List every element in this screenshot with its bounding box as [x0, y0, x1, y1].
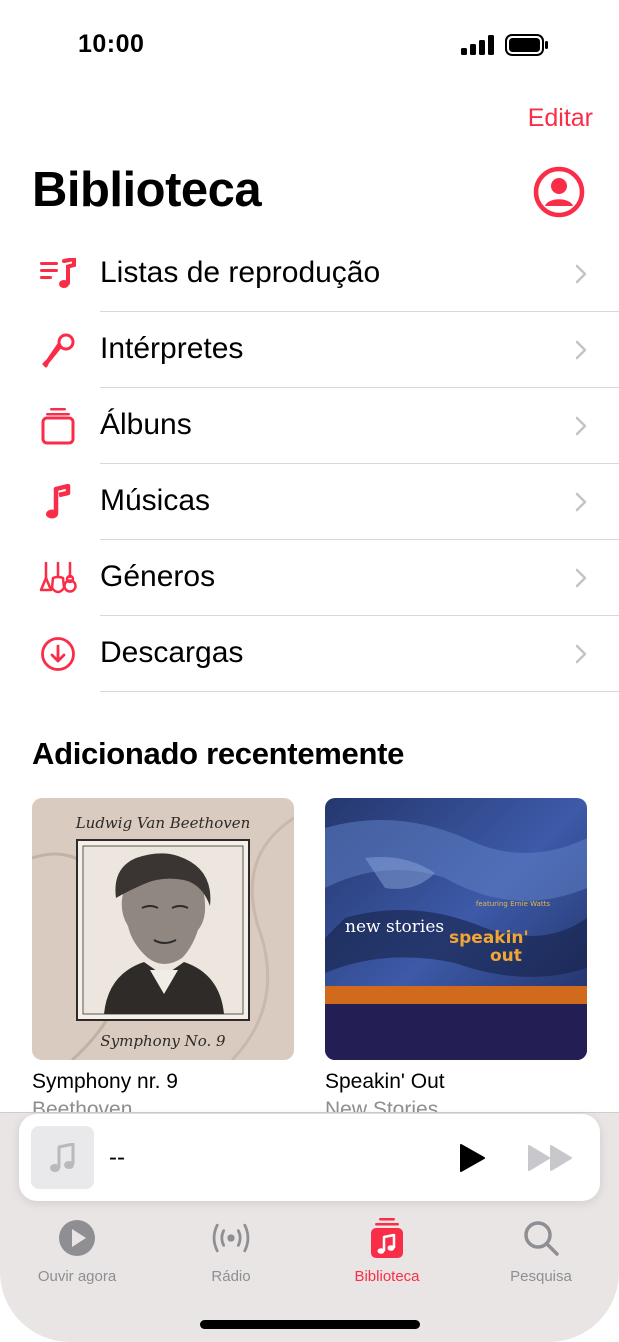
chevron-right-icon: [575, 492, 587, 512]
mini-player[interactable]: --: [19, 1114, 600, 1201]
library-item-label: Géneros: [100, 560, 216, 593]
account-icon: [533, 166, 585, 218]
cover-header-text: Ludwig Van Beethoven: [75, 814, 251, 832]
album-title: Speakin' Out: [325, 1070, 445, 1093]
mini-player-title: --: [109, 1144, 125, 1171]
home-indicator: [200, 1320, 420, 1329]
guitars-icon: [38, 560, 78, 596]
mini-player-artwork: [31, 1126, 94, 1189]
album-card-symphony[interactable]: Ludwig Van Beethoven Symphony No. 9 Symp…: [32, 798, 294, 1122]
music-note-icon: [38, 484, 78, 520]
fast-forward-icon[interactable]: [527, 1144, 575, 1172]
cover-footer-text: Symphony No. 9: [100, 1032, 226, 1050]
edit-button[interactable]: Editar: [528, 104, 593, 133]
tab-radio[interactable]: Rádio: [156, 1216, 306, 1285]
play-circle-icon: [55, 1216, 99, 1260]
library-list: Listas de reprodução Intérpretes Álbuns …: [0, 236, 619, 692]
download-circle-icon: [38, 636, 78, 672]
chevron-right-icon: [575, 264, 587, 284]
album-art-beethoven: Ludwig Van Beethoven Symphony No. 9: [32, 798, 294, 1060]
page-title: Biblioteca: [32, 163, 262, 217]
tab-search[interactable]: Pesquisa: [466, 1216, 616, 1285]
chevron-right-icon: [575, 416, 587, 436]
tab-listen-now[interactable]: Ouvir agora: [2, 1216, 152, 1285]
playlist-icon: [38, 256, 78, 292]
cover-title-text: out: [490, 946, 522, 966]
tab-library[interactable]: Biblioteca: [312, 1216, 462, 1285]
battery-icon: [505, 34, 548, 56]
radio-waves-icon: [209, 1216, 253, 1260]
chevron-right-icon: [575, 644, 587, 664]
chevron-right-icon: [575, 340, 587, 360]
album-stack-icon: [38, 408, 78, 445]
profile-button[interactable]: [533, 166, 585, 218]
chevron-right-icon: [575, 568, 587, 588]
cellular-signal-icon: [461, 35, 494, 55]
separator: [100, 691, 619, 692]
search-icon: [519, 1216, 563, 1260]
library-item-songs[interactable]: Músicas: [0, 464, 619, 540]
library-item-playlists[interactable]: Listas de reprodução: [0, 236, 619, 312]
library-item-label: Intérpretes: [100, 332, 244, 365]
library-icon: [365, 1216, 409, 1260]
cover-title-text: speakin': [449, 928, 529, 948]
library-item-label: Listas de reprodução: [100, 256, 381, 289]
library-item-downloads[interactable]: Descargas: [0, 616, 619, 692]
library-item-label: Músicas: [100, 484, 211, 517]
tab-label: Biblioteca: [354, 1268, 420, 1285]
status-time: 10:00: [78, 30, 145, 58]
music-note-placeholder-icon: [49, 1142, 74, 1172]
cover-band-text: new stories: [345, 917, 444, 937]
tab-bar: Ouvir agora Rádio Biblioteca Pesquisa: [0, 1216, 619, 1296]
library-item-label: Álbuns: [100, 408, 192, 441]
tab-label: Rádio: [211, 1268, 251, 1285]
album-title: Symphony nr. 9: [32, 1070, 178, 1093]
tab-label: Pesquisa: [510, 1268, 572, 1285]
status-indicators: [461, 34, 549, 56]
library-item-albums[interactable]: Álbuns: [0, 388, 619, 464]
tab-label: Ouvir agora: [37, 1268, 117, 1285]
library-item-genres[interactable]: Géneros: [0, 540, 619, 616]
section-title-recently-added: Adicionado recentemente: [32, 736, 405, 771]
cover-small-text: featuring Ernie Watts: [476, 900, 551, 908]
library-item-artists[interactable]: Intérpretes: [0, 312, 619, 388]
album-art-new-stories: featuring Ernie Watts new stories speaki…: [325, 798, 587, 1060]
microphone-icon: [38, 332, 78, 368]
album-card-speakin-out[interactable]: featuring Ernie Watts new stories speaki…: [325, 798, 587, 1122]
play-icon[interactable]: [455, 1142, 487, 1174]
app-screen: 10:00 Editar Biblioteca Listas de reprod…: [0, 0, 619, 1342]
library-item-label: Descargas: [100, 636, 244, 669]
